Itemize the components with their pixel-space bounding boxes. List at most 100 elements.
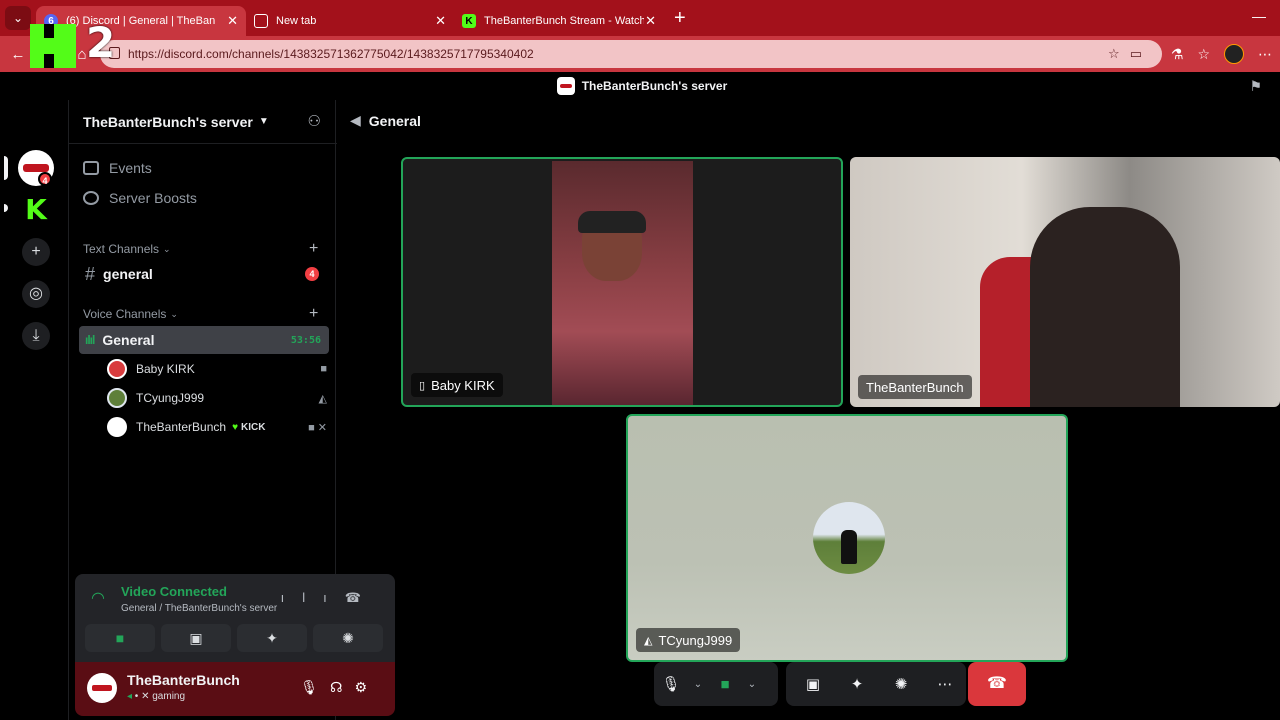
tab-title: TheBanterBunch Stream - Watch L: [484, 15, 644, 27]
user-avatar[interactable]: [87, 673, 117, 703]
address-actions: ☆▭: [1108, 46, 1152, 62]
heart-icon: ♥: [232, 421, 238, 433]
hang-up-icon: ☎: [987, 675, 1007, 692]
chevron-down-icon: ⌄: [170, 308, 178, 319]
discover-icon[interactable]: ◎: [22, 280, 50, 308]
tab-kick-stream[interactable]: K TheBanterBunch Stream - Watch L ✕: [454, 6, 664, 36]
screen-share-icon[interactable]: ▣: [796, 675, 830, 693]
username[interactable]: TheBanterBunch: [127, 672, 240, 688]
tile-label: ◭ TCyungJ999: [636, 628, 741, 652]
voice-status-title: Video Connected: [121, 584, 227, 599]
avatar: [107, 359, 127, 379]
video-feed: [552, 161, 693, 405]
hash-icon: #: [85, 263, 96, 284]
server-header[interactable]: TheBanterBunch's server ▼ ⚇: [69, 100, 337, 144]
camera-button[interactable]: ■: [85, 624, 155, 652]
close-tab-icon[interactable]: ✕: [435, 13, 446, 29]
channel-general-text[interactable]: # general 4: [79, 260, 329, 288]
channel-name: general: [103, 266, 153, 282]
boost-icon: [83, 191, 99, 205]
mobile-icon: ▯: [419, 379, 426, 392]
invite-people-icon[interactable]: ⚇: [308, 112, 321, 130]
user-avatar: [813, 502, 885, 574]
new-tab-plus-icon[interactable]: +: [674, 7, 686, 30]
tab-new[interactable]: New tab ✕: [246, 6, 454, 36]
activity-text: gaming: [152, 691, 186, 702]
channel-general-voice[interactable]: ılıl General 53:56: [79, 326, 329, 354]
media-controls: 🎙 ⌄ ■ ⌄: [654, 662, 778, 706]
mic-options-icon[interactable]: ⌄: [688, 679, 708, 690]
server-boosts-link[interactable]: Server Boosts: [83, 186, 197, 210]
video-tile-tcyungj999[interactable]: ◭ TCyungJ999: [626, 414, 1068, 662]
server-mention-badge: 4: [38, 172, 52, 186]
camera-options-icon[interactable]: ⌄: [742, 679, 762, 690]
signal-icon[interactable]: ◠: [91, 588, 105, 608]
events-link[interactable]: Events: [83, 156, 152, 180]
tile-name: TheBanterBunch: [866, 379, 964, 395]
voice-activity-icon: ılıl: [85, 333, 95, 347]
voice-member[interactable]: TCyungJ999 ◭: [107, 385, 327, 411]
screen-share-button[interactable]: ▣: [161, 624, 231, 652]
profile-avatar[interactable]: [1224, 44, 1244, 64]
category-label: Voice Channels: [83, 307, 167, 321]
member-name: Baby KIRK: [136, 362, 195, 376]
member-name: TheBanterBunch: [136, 420, 227, 434]
voice-status-subtitle[interactable]: General / TheBanterBunch's server: [121, 603, 277, 614]
extensions-icon[interactable]: ⚗: [1171, 46, 1184, 63]
activities-icon[interactable]: ✦: [840, 675, 874, 693]
mic-icon[interactable]: 🎙: [654, 675, 688, 693]
voice-member[interactable]: Baby KIRK ■: [107, 356, 327, 382]
url-text: https://discord.com/channels/14383257136…: [128, 47, 534, 61]
camera-icon[interactable]: ■: [708, 676, 742, 693]
video-tile-baby-kirk[interactable]: ▯ Baby KIRK: [401, 157, 843, 407]
kick-live-tag: ♥ KICK: [232, 422, 265, 433]
speaker-icon: ◂: [127, 691, 133, 702]
voice-stage: ◀ General ▯ Baby KIRK TheBanterBunch ◭ T…: [336, 100, 1280, 720]
boosts-label: Server Boosts: [109, 190, 197, 206]
channel-name: General: [102, 332, 155, 348]
inbox-icon[interactable]: ⚑: [1249, 78, 1262, 95]
star-icon[interactable]: ☆: [1108, 46, 1130, 61]
address-bar[interactable]: https://discord.com/channels/14383257136…: [100, 40, 1162, 68]
favorites-icon[interactable]: ☆: [1197, 46, 1210, 63]
minimize-icon[interactable]: —: [1252, 8, 1266, 24]
activities-button[interactable]: ✦: [237, 624, 307, 652]
server-kick[interactable]: K: [18, 192, 54, 228]
events-label: Events: [109, 160, 152, 176]
avatar: [107, 417, 127, 437]
create-channel-icon[interactable]: +: [309, 240, 318, 258]
tile-label: TheBanterBunch: [858, 375, 972, 399]
server-name: TheBanterBunch's server: [83, 113, 253, 130]
mic-icon[interactable]: 🎙: [300, 679, 330, 695]
category-text-channels[interactable]: Text Channels ⌄ +: [83, 240, 318, 257]
server-icon: [556, 77, 575, 95]
video-tile-thebanterbunch[interactable]: TheBanterBunch: [850, 157, 1280, 407]
call-actions: ▣ ✦ ✺ ⋯: [786, 662, 966, 706]
more-menu-icon[interactable]: ⋯: [1258, 46, 1272, 63]
user-status: ◂ • ✕ gaming: [127, 691, 186, 702]
close-tab-icon[interactable]: ✕: [227, 13, 238, 29]
speaker-icon: ◀: [350, 112, 361, 128]
channel-header: ◀ General: [350, 112, 421, 129]
tile-name: TCyungJ999: [658, 632, 733, 648]
video-icon: ■: [320, 363, 327, 375]
member-name: TCyungJ999: [136, 391, 205, 405]
browser-toolbar: ← ↻ ⌂ https://discord.com/channels/14383…: [0, 36, 1280, 72]
chevron-down-icon: ⌄: [5, 6, 31, 30]
close-tab-icon[interactable]: ✕: [645, 13, 656, 29]
category-label: Text Channels: [83, 242, 160, 256]
disconnect-call-button[interactable]: ☎: [968, 662, 1026, 706]
voice-member[interactable]: TheBanterBunch ♥ KICK ■ ✕: [107, 414, 327, 440]
video-feed-person: [1030, 207, 1180, 407]
soundboard-icon[interactable]: ✺: [884, 675, 918, 693]
selected-server-indicator: [4, 156, 8, 180]
video-popout-icon[interactable]: ▭: [1130, 46, 1152, 61]
playstation-icon: ◭: [644, 634, 653, 647]
more-options-icon[interactable]: ⋯: [928, 675, 962, 693]
download-apps-icon[interactable]: ⤓: [22, 322, 50, 350]
kick-favicon-icon: K: [462, 14, 476, 28]
create-channel-icon[interactable]: +: [309, 305, 318, 323]
call-timer: 53:56: [290, 334, 321, 346]
add-server-icon[interactable]: +: [22, 238, 50, 266]
category-voice-channels[interactable]: Voice Channels ⌄ +: [83, 305, 318, 322]
